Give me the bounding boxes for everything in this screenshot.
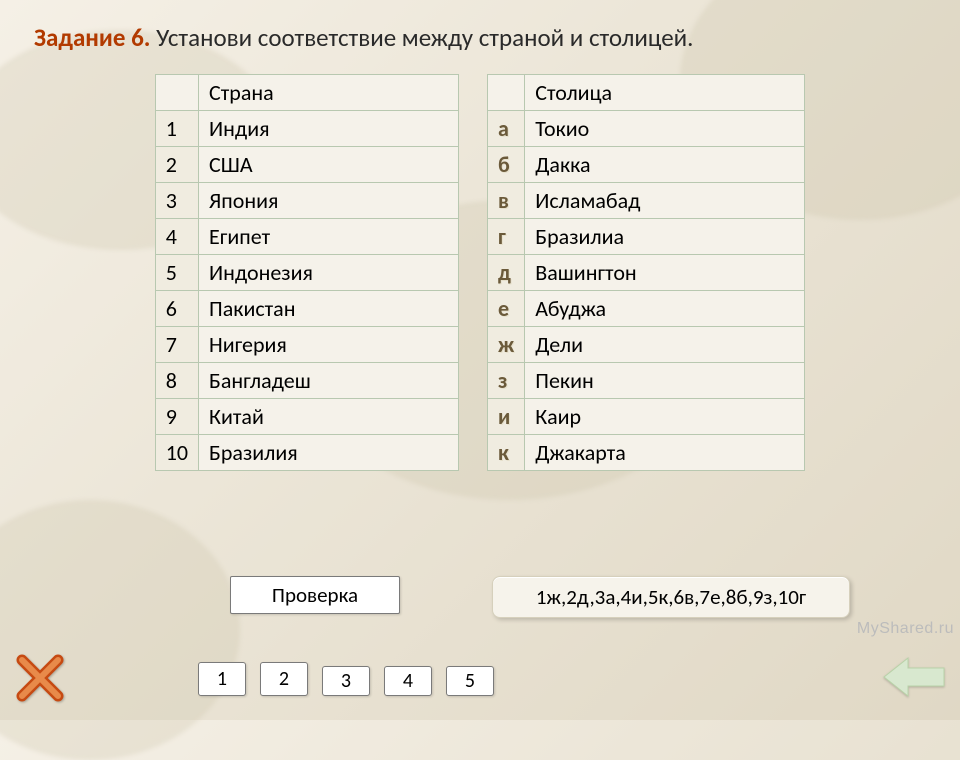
table-row: еАбуджа <box>488 291 805 327</box>
nav-1[interactable]: 1 <box>198 662 246 696</box>
capitals-table: Столица аТокио бДакка вИсламабад гБразил… <box>487 74 805 471</box>
table-row: 10Бразилия <box>155 435 458 471</box>
table-row: зПекин <box>488 363 805 399</box>
table-row: 4Египет <box>155 219 458 255</box>
table-row: 9Китай <box>155 399 458 435</box>
table-row: жДели <box>488 327 805 363</box>
table-row: кДжакарта <box>488 435 805 471</box>
table-row: 2США <box>155 147 458 183</box>
table-row: иКаир <box>488 399 805 435</box>
table-row: аТокио <box>488 111 805 147</box>
task-number: Задание 6. <box>34 22 150 53</box>
check-button[interactable]: Проверка <box>230 576 400 614</box>
nav-4[interactable]: 4 <box>384 666 432 696</box>
back-arrow-icon[interactable] <box>882 652 946 702</box>
close-icon[interactable] <box>16 654 64 702</box>
capitals-header: Столица <box>525 75 805 111</box>
countries-table: Страна 1Индия 2США 3Япония 4Египет 5Индо… <box>155 74 459 471</box>
task-title: Задание 6. Установи соответствие между с… <box>34 22 926 53</box>
table-row: бДакка <box>488 147 805 183</box>
table-row: 7Нигерия <box>155 327 458 363</box>
table-row: вИсламабад <box>488 183 805 219</box>
task-text: Установи соответствие между страной и ст… <box>150 22 693 53</box>
nav-5[interactable]: 5 <box>446 666 494 696</box>
slide-nav: 1 2 3 4 5 <box>198 662 494 696</box>
nav-3[interactable]: 3 <box>322 666 370 696</box>
table-row: гБразилиа <box>488 219 805 255</box>
nav-2[interactable]: 2 <box>260 662 308 696</box>
table-row: 6Пакистан <box>155 291 458 327</box>
table-row: 5Индонезия <box>155 255 458 291</box>
countries-header: Страна <box>199 75 459 111</box>
answer-key: 1ж,2д,3а,4и,5к,6в,7е,8б,9з,10г <box>492 576 850 618</box>
table-row: дВашингтон <box>488 255 805 291</box>
table-row: 3Япония <box>155 183 458 219</box>
table-row: 1Индия <box>155 111 458 147</box>
watermark: MyShared.ru <box>857 620 954 638</box>
table-row: 8Бангладеш <box>155 363 458 399</box>
